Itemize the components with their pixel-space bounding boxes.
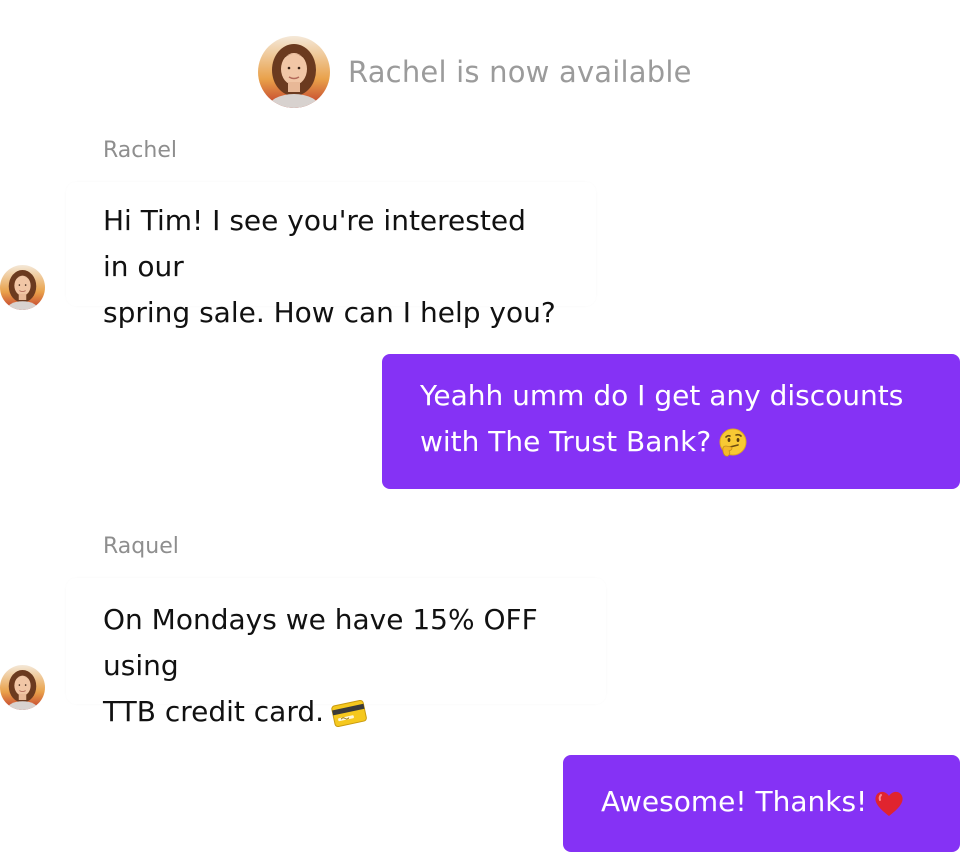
credit-card-icon — [330, 697, 368, 729]
message-text-line-with-emoji: Awesome! Thanks! — [601, 779, 922, 825]
message-text-line: Awesome! Thanks! — [601, 785, 868, 818]
agent-status: Rachel is now available — [258, 36, 692, 108]
outgoing-message: Yeahh umm do I get any discounts with Th… — [382, 354, 960, 489]
sender-name: Rachel — [103, 138, 177, 163]
avatar — [258, 36, 330, 108]
sender-name: Raquel — [103, 534, 179, 559]
message-text-line: On Mondays we have 15% OFF using — [103, 603, 538, 682]
message-text-line: with The Trust Bank? — [420, 425, 712, 458]
message-text-line-with-emoji: with The Trust Bank? — [420, 419, 922, 465]
chat-transcript: Rachel is now available Rachel Hi Tim! I… — [0, 0, 960, 857]
thinking-face-icon — [717, 427, 749, 459]
incoming-message: Hi Tim! I see you're interested in our s… — [66, 182, 596, 329]
message-text-line: Yeahh umm do I get any discounts — [420, 379, 904, 412]
message-text-line: spring sale. How can I help you? — [103, 296, 556, 329]
status-text: Rachel is now available — [348, 55, 692, 89]
message-text-line: TTB credit card. — [103, 695, 325, 728]
message-text-line: Hi Tim! I see you're interested in our — [103, 204, 526, 283]
message-text-line-with-emoji: TTB credit card. — [103, 689, 570, 735]
avatar — [0, 665, 45, 710]
outgoing-message: Awesome! Thanks! — [563, 755, 960, 852]
red-heart-icon — [873, 788, 905, 818]
avatar — [0, 265, 45, 310]
incoming-message: On Mondays we have 15% OFF using TTB cre… — [66, 578, 606, 728]
